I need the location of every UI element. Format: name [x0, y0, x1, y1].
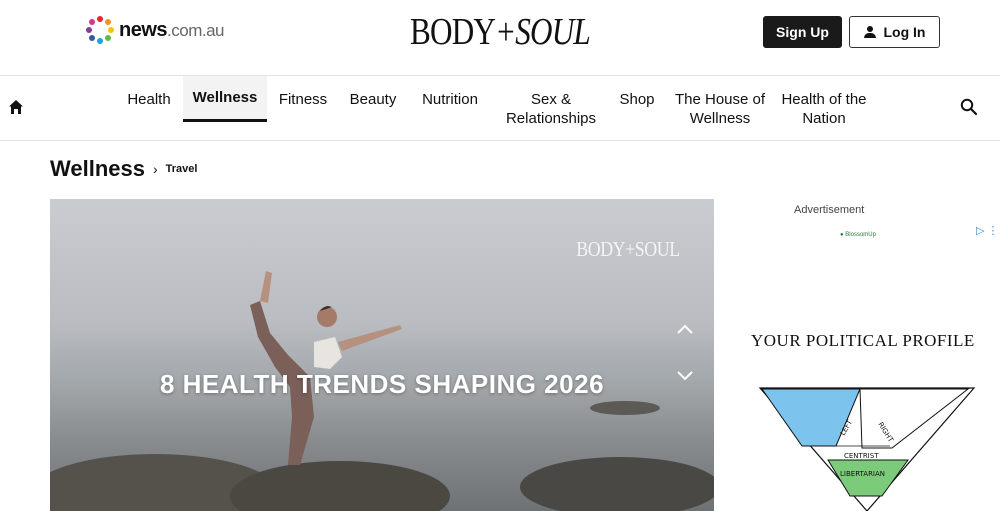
nav-item-fitness[interactable]: Fitness [272, 76, 334, 122]
breadcrumb-subsection[interactable]: Travel [166, 163, 198, 175]
nav-item-wellness[interactable]: Wellness [183, 76, 267, 122]
main-nav: Health Wellness Fitness Beauty Nutrition… [0, 76, 1000, 141]
ad-political-chart: LEFT RIGHT CENTRIST LIBERTARIAN [758, 387, 976, 511]
sign-up-button[interactable]: Sign Up [763, 16, 842, 48]
nav-item-sex-relationships[interactable]: Sex & Relationships [497, 86, 605, 131]
hero-image-rock [520, 457, 714, 511]
top-bar: news.com.au BODY+SOUL Sign Up Log In [0, 0, 1000, 76]
nav-item-health-of-the-nation[interactable]: Health of the Nation [780, 86, 868, 131]
ad-brand: ● BlossomUp [840, 232, 876, 238]
nav-item-house-of-wellness[interactable]: The House of Wellness [672, 86, 768, 131]
nav-item-shop[interactable]: Shop [613, 76, 661, 122]
chevron-up-icon[interactable] [676, 321, 694, 339]
advertisement[interactable]: ▷ ⋮ ● BlossomUp YOUR POLITICAL PROFILE L… [732, 222, 1000, 511]
nav-item-health[interactable]: Health [120, 76, 178, 122]
breadcrumb: Wellness › Travel [50, 156, 197, 182]
brand-logo-body: BODY [410, 11, 496, 53]
breadcrumb-separator: › [152, 161, 158, 177]
home-icon[interactable] [8, 99, 24, 115]
ad-title: YOUR POLITICAL PROFILE [751, 331, 975, 350]
user-icon [863, 26, 876, 38]
nav-item-beauty[interactable]: Beauty [342, 76, 404, 122]
hero-carousel[interactable]: BODY+SOUL 8 HEALTH TRENDS SHAPING 2026 [50, 199, 714, 511]
ad-choices-icon[interactable]: ▷ ⋮ [976, 224, 999, 237]
hero-brand-watermark: BODY+SOUL [576, 237, 681, 261]
ad-chart-centrist-label: CENTRIST [844, 452, 879, 460]
log-in-label: Log In [883, 24, 926, 40]
hero-title[interactable]: 8 HEALTH TRENDS SHAPING 2026 [50, 369, 714, 400]
hero-image-rock [590, 401, 660, 415]
advertisement-label: Advertisement [794, 204, 865, 216]
search-icon[interactable] [960, 98, 978, 116]
breadcrumb-section[interactable]: Wellness [50, 156, 145, 182]
chevron-down-icon[interactable] [676, 366, 694, 384]
hero-image-yoga-figure [250, 271, 402, 465]
brand-logo-soul: +SOUL [495, 11, 591, 53]
ad-chart-libertarian-label: LIBERTARIAN [840, 470, 885, 478]
log-in-button[interactable]: Log In [849, 16, 940, 48]
nav-item-nutrition[interactable]: Nutrition [414, 76, 486, 122]
